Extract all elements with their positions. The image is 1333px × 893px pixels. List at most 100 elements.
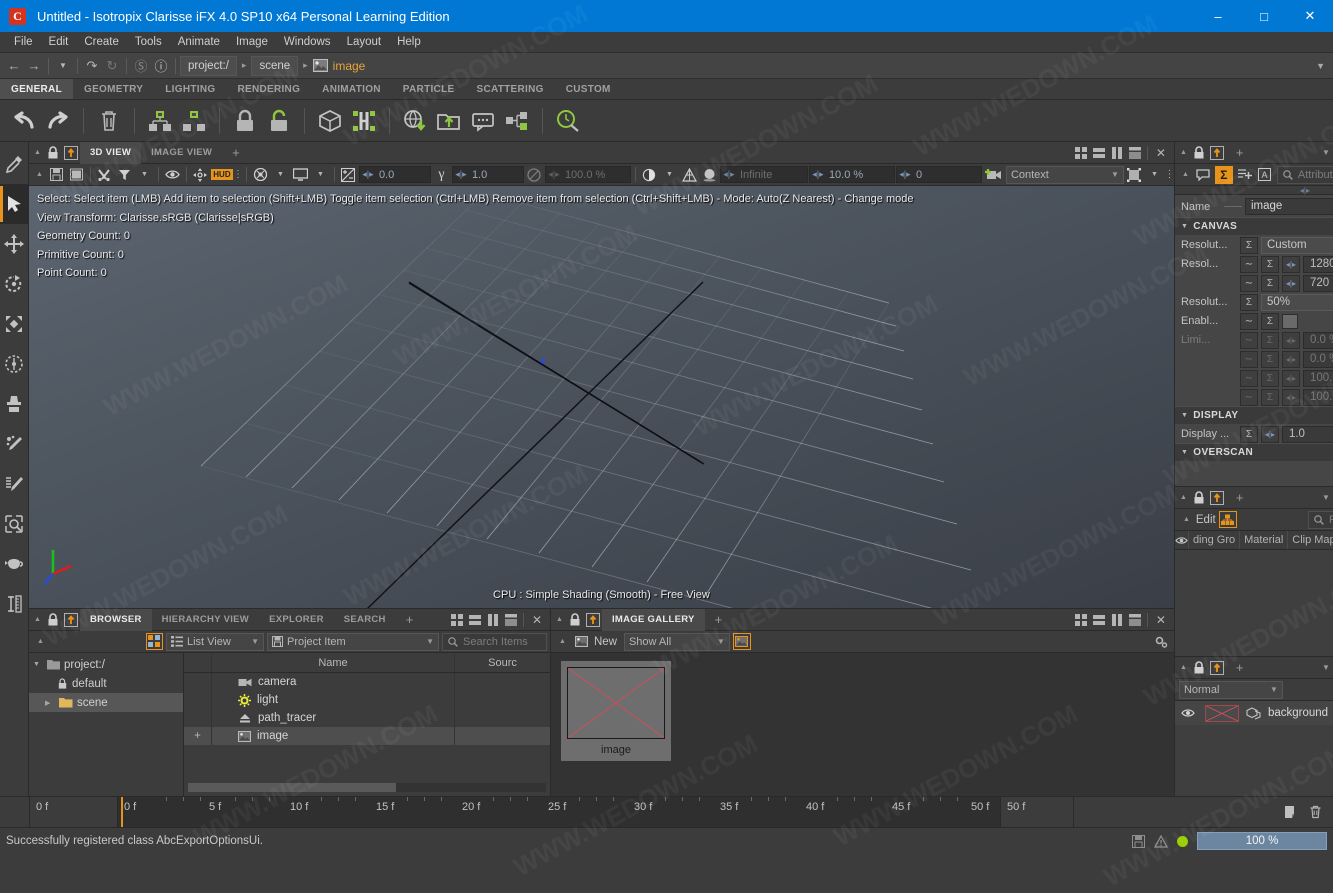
close-panel-icon[interactable]: ✕ bbox=[527, 611, 547, 629]
sum-button[interactable]: Σ bbox=[1261, 275, 1279, 292]
spinner-icon[interactable]: ◂|▸ bbox=[721, 169, 737, 180]
sum-button[interactable]: Σ bbox=[1261, 389, 1279, 406]
enable-checkbox[interactable] bbox=[1282, 314, 1298, 329]
refresh-icon[interactable]: ↻ bbox=[102, 56, 122, 76]
menu-item-windows[interactable]: Windows bbox=[276, 32, 339, 53]
add-tab-button[interactable]: + bbox=[1226, 660, 1254, 675]
close-button[interactable]: ✕ bbox=[1287, 0, 1333, 32]
lock-icon[interactable] bbox=[1190, 144, 1208, 162]
add-tab-button[interactable]: + bbox=[1226, 145, 1254, 160]
distance-field[interactable]: ◂|▸ Infinite bbox=[720, 166, 808, 183]
menu-item-tools[interactable]: Tools bbox=[127, 32, 170, 53]
layout-grid-icon[interactable] bbox=[1072, 611, 1090, 629]
layout-vertical-split-icon[interactable] bbox=[1108, 144, 1126, 162]
section-overscan[interactable]: ▼ OVERSCAN bbox=[1175, 443, 1333, 461]
tree-node-project[interactable]: ▼ project:/ bbox=[29, 655, 183, 674]
column-header-name[interactable]: Name bbox=[212, 653, 455, 672]
float-panel-icon[interactable] bbox=[62, 611, 80, 629]
expand-caret-icon[interactable]: ▼ bbox=[33, 661, 43, 668]
collapse-caret-icon[interactable]: ▲ bbox=[554, 638, 569, 645]
display-input[interactable]: 1.0 bbox=[1282, 426, 1333, 443]
list-item[interactable]: background bbox=[1175, 701, 1333, 725]
collapse-caret-icon[interactable]: ▲ bbox=[551, 616, 566, 623]
curve-button[interactable]: ∼ bbox=[1240, 256, 1258, 273]
lock-icon[interactable] bbox=[1190, 659, 1208, 677]
tab-particle[interactable]: PARTICLE bbox=[392, 79, 466, 99]
add-tab-button[interactable]: + bbox=[705, 612, 733, 627]
row-expand-cell[interactable] bbox=[184, 673, 212, 691]
collapse-caret-icon[interactable]: ▲ bbox=[29, 149, 44, 156]
curve-button[interactable]: ∼ bbox=[1240, 275, 1258, 292]
chevron-down-icon[interactable]: ▼ bbox=[271, 165, 290, 184]
transform-icon[interactable] bbox=[0, 344, 28, 384]
add-attribute-icon[interactable] bbox=[1235, 165, 1254, 184]
back-icon[interactable]: ← bbox=[4, 56, 24, 76]
unlock-icon[interactable] bbox=[263, 105, 295, 137]
limit-input-4[interactable]: 100.0 % bbox=[1303, 389, 1333, 406]
tab-lighting[interactable]: LIGHTING bbox=[154, 79, 226, 99]
warning-icon[interactable] bbox=[1154, 835, 1168, 848]
add-tab-button[interactable]: + bbox=[222, 145, 250, 160]
tab-image-gallery[interactable]: IMAGE GALLERY bbox=[602, 609, 705, 631]
minimize-button[interactable]: – bbox=[1195, 0, 1241, 32]
sum-button[interactable]: Σ bbox=[1261, 313, 1279, 330]
hud-toggle-icon[interactable]: HUD bbox=[211, 165, 233, 184]
table-row[interactable]: light bbox=[184, 691, 550, 709]
breadcrumb-scene[interactable]: scene bbox=[251, 56, 298, 76]
add-camera-icon[interactable] bbox=[983, 165, 1005, 184]
sum-button[interactable]: Σ bbox=[1261, 370, 1279, 387]
section-display[interactable]: ▼ DISPLAY bbox=[1175, 406, 1333, 424]
pivot-icon[interactable] bbox=[191, 165, 210, 184]
shading-table-body[interactable] bbox=[1175, 550, 1333, 656]
spinner-button[interactable]: ◂|▸ bbox=[1282, 275, 1300, 292]
float-panel-icon[interactable] bbox=[1208, 489, 1226, 507]
chevron-down-icon[interactable]: ▼ bbox=[660, 165, 679, 184]
redo-icon[interactable] bbox=[42, 105, 74, 137]
gamma-field[interactable]: ◂|▸ 1.0 bbox=[452, 166, 524, 183]
resolution-height-input[interactable]: 720 px bbox=[1303, 275, 1333, 292]
limit-input-2[interactable]: 0.0 % bbox=[1303, 351, 1333, 368]
float-panel-icon[interactable] bbox=[1208, 659, 1226, 677]
filter-mode-combo[interactable]: Project Item ▼ bbox=[267, 633, 439, 651]
close-panel-icon[interactable]: ✕ bbox=[1151, 144, 1171, 162]
layout-grid-icon[interactable] bbox=[448, 611, 466, 629]
menu-item-file[interactable]: File bbox=[6, 32, 41, 53]
shading-ball-icon[interactable] bbox=[640, 165, 659, 184]
sum-button[interactable]: Σ bbox=[1240, 237, 1258, 254]
add-tab-button[interactable]: + bbox=[1226, 490, 1254, 505]
resolution-preset-combo[interactable]: Custom ▼ bbox=[1261, 237, 1333, 254]
opacity-field[interactable]: ◂|▸ 100.0 % bbox=[545, 166, 631, 183]
curve-button[interactable]: ∼ bbox=[1240, 351, 1258, 368]
tab-explorer[interactable]: EXPLORER bbox=[259, 609, 334, 631]
lock-icon[interactable] bbox=[44, 611, 62, 629]
menu-item-edit[interactable]: Edit bbox=[41, 32, 77, 53]
breadcrumb-current[interactable]: image bbox=[313, 59, 366, 73]
new-image-icon[interactable] bbox=[572, 632, 591, 651]
spinner-icon[interactable]: ◂|▸ bbox=[897, 169, 913, 180]
collapse-caret-icon[interactable]: ▲ bbox=[1178, 516, 1193, 523]
shadow-ball-icon[interactable] bbox=[700, 165, 719, 184]
collapse-caret-icon[interactable]: ▲ bbox=[1175, 149, 1190, 156]
save-snapshot-icon[interactable] bbox=[47, 165, 66, 184]
tab-animation[interactable]: ANIMATION bbox=[311, 79, 392, 99]
collapse-caret-icon[interactable]: ▲ bbox=[1175, 664, 1190, 671]
layers-list-body[interactable] bbox=[1175, 725, 1333, 796]
tab-scattering[interactable]: SCATTERING bbox=[465, 79, 554, 99]
horizontal-scrollbar[interactable] bbox=[188, 783, 546, 792]
collapse-caret-icon[interactable]: ▲ bbox=[1177, 171, 1192, 178]
enter-context-icon[interactable]: ↷ bbox=[82, 56, 102, 76]
chevron-down-icon[interactable]: ▼ bbox=[1317, 493, 1333, 502]
collapse-caret-icon[interactable]: ▲ bbox=[32, 638, 47, 645]
column-header-material[interactable]: Material bbox=[1239, 531, 1287, 549]
rotate-icon[interactable] bbox=[0, 264, 28, 304]
film-strip-icon[interactable] bbox=[67, 165, 86, 184]
ungroup-icon[interactable] bbox=[178, 105, 210, 137]
section-canvas[interactable]: ▼ CANVAS bbox=[1175, 217, 1333, 235]
tab-geometry[interactable]: GEOMETRY bbox=[73, 79, 154, 99]
layout-vertical-split-icon[interactable] bbox=[1108, 611, 1126, 629]
table-row[interactable]: camera bbox=[184, 673, 550, 691]
curve-button[interactable]: ∼ bbox=[1240, 370, 1258, 387]
tab-general[interactable]: GENERAL bbox=[0, 79, 73, 99]
column-header-shading-group[interactable]: ding Gro bbox=[1188, 531, 1239, 549]
menu-item-layout[interactable]: Layout bbox=[339, 32, 390, 53]
